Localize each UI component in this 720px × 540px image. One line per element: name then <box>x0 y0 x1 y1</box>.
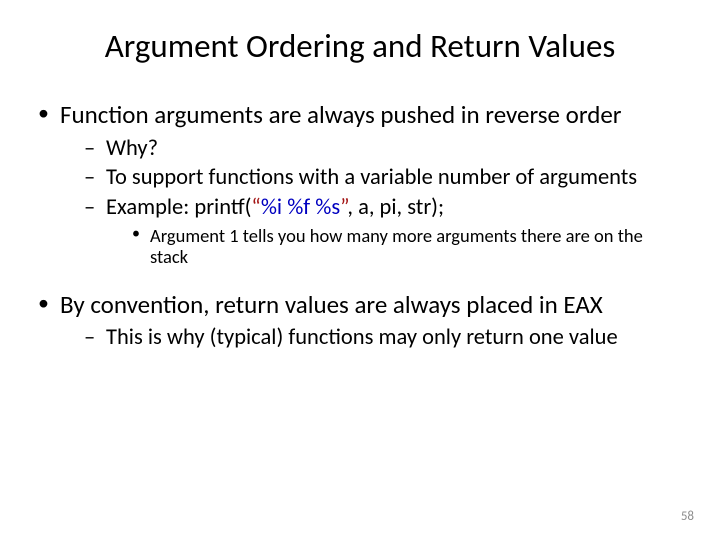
bullet-1-sub-1: Why? <box>84 136 684 163</box>
bullet-1: Function arguments are always pushed in … <box>36 100 684 268</box>
spacer <box>36 272 684 286</box>
bullet-1-sub-3: Example: printf(“%i %f %s”, a, pi, str);… <box>84 195 684 268</box>
bullet-2-sublist: This is why (typical) functions may only… <box>60 325 684 352</box>
slide-body: Function arguments are always pushed in … <box>0 66 720 352</box>
example-prefix: Example: <box>106 194 194 221</box>
bullet-2-sub-1-text: This is why (typical) functions may only… <box>106 324 618 351</box>
bullet-2-sub-1: This is why (typical) functions may only… <box>84 325 684 352</box>
bullet-2: By convention, return values are always … <box>36 290 684 352</box>
code-fmt-1: %i <box>261 194 282 221</box>
bullet-1-sub-3a: Argument 1 tells you how many more argum… <box>132 225 684 268</box>
page-number: 58 <box>681 509 694 524</box>
bullet-1-sub-1-text: Why? <box>106 135 158 162</box>
bullet-1-sub-2: To support functions with a variable num… <box>84 165 684 192</box>
code-fn-name: printf <box>194 194 244 221</box>
bullet-1-sub-3a-text: Argument 1 tells you how many more argum… <box>150 224 643 268</box>
bullet-1-text: Function arguments are always pushed in … <box>60 99 622 130</box>
code-rest: , a, pi, str); <box>347 194 444 221</box>
bullet-2-text: By convention, return values are always … <box>60 289 603 320</box>
code-fmt-3: %s <box>315 194 340 221</box>
bullet-1-sub-2-text: To support functions with a variable num… <box>106 164 637 191</box>
code-quote-open: “ <box>251 194 260 221</box>
code-fmt-2: %f <box>287 194 310 221</box>
bullet-1-sublist: Why? To support functions with a variabl… <box>60 136 684 268</box>
slide: Argument Ordering and Return Values Func… <box>0 0 720 540</box>
bullet-1-sub-3-sublist: Argument 1 tells you how many more argum… <box>106 225 684 268</box>
bullet-list: Function arguments are always pushed in … <box>36 100 684 352</box>
slide-title: Argument Ordering and Return Values <box>0 0 720 66</box>
